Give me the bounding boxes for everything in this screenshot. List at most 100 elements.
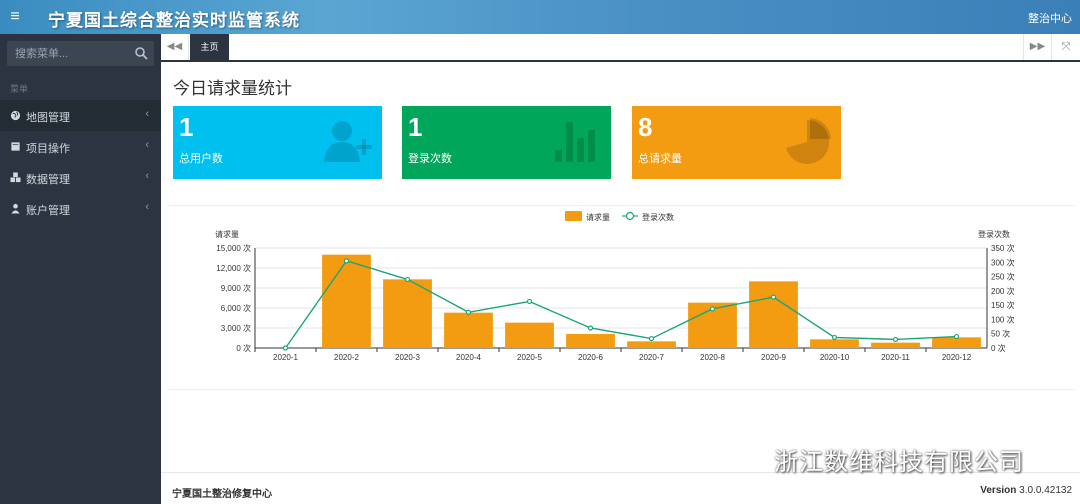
chart-bar	[810, 339, 859, 348]
app-title: 宁夏国土综合整治实时监管系统	[48, 11, 300, 31]
tab-scroll-left-icon[interactable]: ◀◀	[161, 34, 189, 60]
sidebar-item-project[interactable]: 项目操作 ‹	[0, 131, 161, 162]
sidebar-item-label: 账户管理	[26, 205, 70, 217]
chart-bar	[749, 281, 798, 348]
y-tick-label-left: 12,000 次	[216, 263, 251, 273]
y-tick-label-left: 3,000 次	[221, 323, 251, 333]
y-tick-label-right: 100 次	[991, 314, 1015, 324]
x-tick-label: 2020-1	[273, 353, 298, 362]
fullscreen-icon[interactable]: ⤧	[1051, 34, 1080, 60]
sidebar-item-label: 地图管理	[26, 112, 70, 124]
top-header: ≡ 宁夏国土综合整治实时监管系统 整治中心	[0, 0, 1080, 34]
line-point	[770, 294, 777, 300]
chart-bar	[383, 279, 432, 348]
version-label: Version	[980, 485, 1017, 496]
chart-bar	[627, 341, 676, 348]
user-add-icon	[324, 121, 372, 162]
y-axis-label-left: 请求量	[215, 229, 239, 239]
footer-org: 宁夏国土整治修复中心	[172, 489, 272, 500]
x-tick-label: 2020-12	[942, 353, 972, 362]
chart-legend[interactable]: 请求量 登录次数	[565, 211, 674, 222]
legend-label-line: 登录次数	[642, 212, 674, 222]
x-tick-label: 2020-5	[517, 353, 542, 362]
watermark-text: 浙江数维科技有限公司	[774, 449, 1024, 476]
header-user-link[interactable]: 整治中心	[1028, 10, 1072, 26]
x-tick-label: 2020-4	[456, 353, 481, 362]
stat-card-logins: 1 登录次数	[402, 106, 611, 179]
chart-bar	[322, 254, 371, 348]
stat-card-users: 1 总用户数	[173, 106, 382, 179]
line-point	[587, 325, 594, 331]
wechat-icon	[730, 446, 763, 467]
x-tick-label: 2020-9	[761, 353, 786, 362]
line-point	[892, 336, 899, 343]
chevron-left-icon: ‹	[145, 170, 149, 182]
x-tick-label: 2020-7	[639, 353, 664, 362]
y-axis-label-right: 登录次数	[978, 229, 1010, 239]
line-point	[282, 345, 289, 351]
line-point	[526, 298, 533, 305]
sidebar: 菜单 地图管理 ‹ 项目操作 ‹ 数据管理 ‹ 账户管理 ‹	[0, 34, 161, 504]
y-tick-label-right: 300 次	[991, 257, 1015, 267]
page-title: 今日请求量统计	[173, 79, 292, 98]
pie-chart-icon	[786, 118, 831, 164]
chart-bar	[505, 322, 554, 348]
menu-toggle-icon[interactable]: ≡	[0, 0, 30, 34]
stat-label: 登录次数	[408, 153, 452, 165]
chart-bar	[871, 342, 920, 348]
line-point	[648, 335, 655, 342]
chevron-left-icon: ‹	[145, 139, 149, 151]
chart-bar	[444, 312, 493, 348]
legend-label-bar: 请求量	[586, 212, 610, 222]
user-icon	[11, 203, 20, 214]
sidebar-item-label: 数据管理	[26, 174, 70, 186]
tab-scroll-right-icon[interactable]: ▶▶	[1023, 34, 1051, 60]
search-input[interactable]	[7, 41, 129, 66]
sidebar-item-account[interactable]: 账户管理 ‹	[0, 193, 161, 224]
line-point	[404, 276, 411, 283]
sidebar-item-label: 项目操作	[26, 143, 70, 155]
tab-home[interactable]: 主页	[190, 34, 229, 60]
chevron-left-icon: ‹	[145, 108, 149, 120]
bar-chart-icon	[555, 122, 595, 162]
line-point	[465, 309, 472, 315]
book-icon	[11, 142, 20, 151]
y-tick-label-right: 150 次	[991, 300, 1015, 310]
x-tick-label: 2020-3	[395, 353, 420, 362]
search-icon[interactable]	[134, 46, 148, 60]
x-tick-label: 2020-6	[578, 353, 603, 362]
main-content: 今日请求量统计 1 总用户数 1 登录次数 8 总请求量 请求量 登录次数 请求…	[161, 62, 1080, 472]
stat-value: 8	[638, 112, 653, 142]
y-tick-label-right: 200 次	[991, 286, 1015, 296]
stat-value: 1	[179, 112, 194, 142]
chart-panel: 请求量 登录次数 请求量 登录次数 0 次 3,000 次 6,000 次 9,000…	[167, 205, 1075, 390]
y-tick-label-left: 0 次	[236, 343, 251, 353]
x-tick-label: 2020-8	[700, 353, 725, 362]
sidebar-search	[7, 41, 154, 66]
sidebar-item-data[interactable]: 数据管理 ‹	[0, 162, 161, 193]
line-point	[709, 306, 716, 312]
stat-card-requests: 8 总请求量	[632, 106, 841, 179]
stat-label: 总用户数	[179, 153, 223, 165]
footer-version: Version 3.0.0.42132	[980, 485, 1072, 496]
y-tick-label-right: 50 次	[991, 329, 1010, 339]
y-tick-label-left: 6,000 次	[221, 303, 251, 313]
x-tick-label: 2020-10	[820, 353, 850, 362]
line-point	[343, 258, 350, 264]
y-tick-label-right: 350 次	[991, 243, 1015, 253]
chevron-left-icon: ‹	[145, 201, 149, 213]
stat-value: 1	[408, 112, 423, 142]
sidebar-item-map[interactable]: 地图管理 ‹	[0, 100, 161, 131]
y-tick-label-right: 250 次	[991, 272, 1015, 282]
x-tick-label: 2020-11	[881, 353, 910, 362]
line-point	[831, 334, 838, 341]
legend-swatch-dot	[625, 211, 635, 221]
y-tick-label-left: 15,000 次	[216, 243, 251, 253]
menu-header: 菜单	[10, 84, 29, 94]
globe-icon	[10, 110, 21, 121]
chart-bar	[566, 334, 615, 348]
x-tick-label: 2020-2	[334, 353, 359, 362]
stat-label: 总请求量	[638, 153, 682, 165]
version-number: 3.0.0.42132	[1019, 485, 1072, 496]
cubes-icon	[10, 172, 21, 183]
